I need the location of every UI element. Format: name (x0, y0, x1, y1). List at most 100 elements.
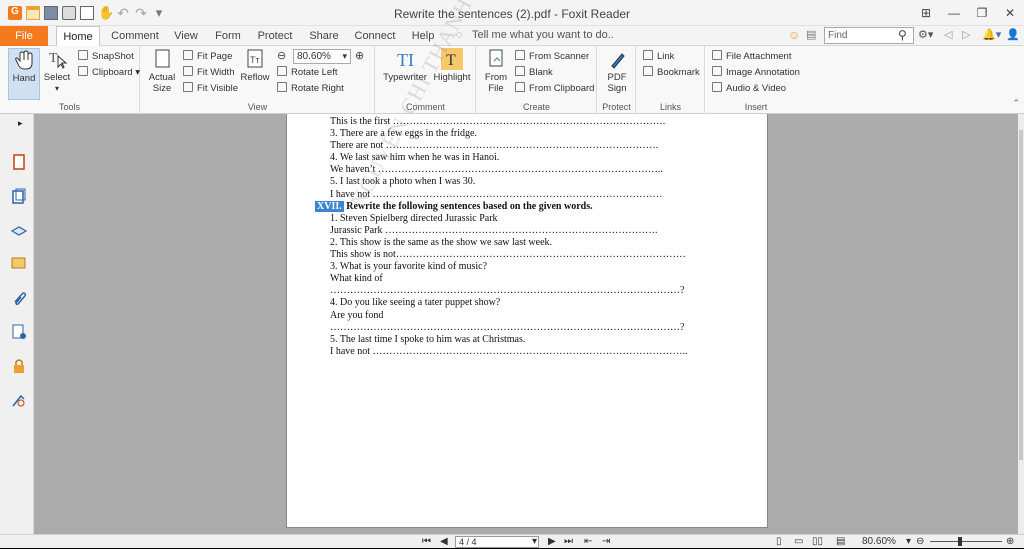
status-zoom-value[interactable]: 80.60% (862, 535, 896, 549)
prev-page-icon[interactable]: ◀ (440, 535, 448, 549)
continuous-facing-icon[interactable]: ▤ (836, 535, 845, 549)
select-cursor-icon: T (46, 48, 68, 70)
tab-share[interactable]: Share (306, 26, 342, 46)
reflow-icon: Tт (244, 48, 266, 70)
document-line: ……………………………………………………………………………………………? (330, 285, 685, 297)
bell-icon[interactable]: 🔔▾ (982, 28, 1001, 41)
attachments-icon[interactable] (11, 290, 27, 306)
nav-back-icon[interactable]: ◁ (944, 28, 952, 41)
security-lock-icon[interactable] (11, 358, 27, 374)
ribbon-display-button[interactable]: ⊞ (912, 0, 940, 26)
tab-protect[interactable]: Protect (254, 26, 296, 46)
rotate-left-button[interactable]: Rotate Left (277, 66, 337, 80)
hand-icon (13, 49, 35, 71)
document-line: There are not ……………………………………………………………………… (330, 140, 659, 152)
tab-comment[interactable]: Comment (110, 26, 160, 46)
close-button[interactable]: ✕ (996, 0, 1024, 26)
snapshot-button[interactable]: SnapShot (78, 50, 134, 64)
page-number-input[interactable]: 4 / 4 (455, 536, 539, 548)
find-options-icon[interactable]: ▤ (806, 28, 816, 41)
from-clipboard-button[interactable]: From Clipboard (515, 82, 594, 96)
tell-me-box[interactable]: Tell me what you want to do.. (472, 29, 614, 41)
camera-icon (78, 50, 88, 60)
blank-button[interactable]: Blank (515, 66, 553, 80)
collapse-ribbon-icon[interactable]: ⌃ (1012, 98, 1020, 109)
signature-panel-icon[interactable] (11, 324, 27, 340)
restore-button[interactable]: ❐ (968, 0, 996, 26)
fit-page-button[interactable]: Fit Page (183, 50, 232, 64)
tab-file[interactable]: File (0, 26, 48, 46)
fit-width-button[interactable]: Fit Width (183, 66, 234, 80)
zoom-slider[interactable] (930, 541, 1002, 542)
zoom-out-icon[interactable]: ⊖ (277, 49, 286, 62)
title-bar: ✋ ↶ ↷ ▾ Rewrite the sentences (2).pdf - … (0, 0, 1024, 26)
document-line: 2. This show is the same as the show we … (330, 236, 553, 248)
minimize-button[interactable]: — (940, 0, 968, 26)
zoom-in-icon[interactable]: ⊕ (355, 49, 364, 62)
link-button[interactable]: Link (643, 50, 674, 64)
scrollbar-thumb[interactable] (1019, 130, 1023, 460)
reflow-button[interactable]: Tт Reflow (239, 48, 271, 83)
account-icon[interactable]: 👤 (1006, 28, 1020, 41)
svg-text:TI: TI (397, 50, 414, 70)
attachment-icon (712, 50, 722, 60)
typewriter-icon: TI (394, 48, 416, 70)
clipboard-button[interactable]: Clipboard ▾ (78, 66, 140, 80)
tab-form[interactable]: Form (212, 26, 244, 46)
layers-pages-icon[interactable] (11, 188, 27, 204)
layers-icon[interactable] (11, 222, 27, 238)
bookmark-button[interactable]: Bookmark (643, 66, 700, 80)
tab-connect[interactable]: Connect (352, 26, 398, 46)
continuous-page-icon[interactable]: ▭ (794, 535, 803, 549)
page-dropdown-icon[interactable]: ▾ (532, 535, 537, 549)
last-page-icon[interactable]: ⏭ (564, 535, 573, 549)
hand-button[interactable]: Hand (8, 48, 40, 100)
fit-page-icon (183, 50, 193, 60)
section-number-highlight[interactable]: XVII. (315, 200, 344, 212)
settings-gear-icon[interactable]: ⚙▾ (918, 28, 933, 41)
link-icon (643, 50, 653, 60)
zoom-dropdown-icon[interactable]: ▾ (906, 535, 911, 549)
nav-forward-icon[interactable]: ▷ (962, 28, 970, 41)
single-page-icon[interactable]: ▯ (776, 535, 782, 549)
svg-text:Tт: Tт (250, 55, 260, 65)
comments-icon[interactable] (11, 256, 27, 272)
from-file-button[interactable]: From File (481, 48, 511, 94)
previous-view-icon[interactable]: ⇤ (584, 535, 592, 549)
next-view-icon[interactable]: ⇥ (602, 535, 610, 549)
audio-video-button[interactable]: Audio & Video (712, 82, 786, 96)
tab-view[interactable]: View (170, 26, 202, 46)
zoom-select[interactable]: 80.60% (293, 49, 351, 64)
status-zoom-out-icon[interactable]: ⊖ (916, 535, 924, 549)
group-links: Link Bookmark Links (637, 46, 705, 114)
from-scanner-button[interactable]: From Scanner (515, 50, 589, 64)
status-zoom-in-icon[interactable]: ⊕ (1006, 535, 1014, 549)
document-text: This is the first …………………………………………………………… (296, 116, 756, 358)
status-bar: ⏮ ◀ 4 / 4 ▾ ▶ ⏭ ⇤ ⇥ ▯ ▭ ▯▯ ▤ 80.60% ▾ ⊖ … (0, 534, 1024, 548)
tab-home[interactable]: Home (56, 26, 100, 47)
page-thumbnails-icon[interactable] (11, 154, 27, 170)
pdf-sign-button[interactable]: PDF Sign (602, 48, 632, 94)
pen-sign-icon (606, 48, 628, 70)
file-attachment-button[interactable]: File Attachment (712, 50, 791, 64)
actual-size-button[interactable]: Actual Size (147, 48, 177, 94)
document-line: This is the first …………………………………………………………… (330, 116, 666, 127)
document-line: 5. The last time I spoke to him was at C… (330, 333, 526, 345)
select-dropdown-icon[interactable]: ▾ (42, 83, 72, 94)
fit-visible-button[interactable]: Fit Visible (183, 82, 238, 96)
search-icon[interactable]: ⚲ (898, 28, 907, 42)
zoom-slider-handle[interactable] (958, 537, 962, 546)
content-icon[interactable] (11, 392, 27, 408)
first-page-icon[interactable]: ⏮ (422, 535, 431, 549)
group-insert: File Attachment Image Annotation Audio &… (706, 46, 806, 114)
facing-page-icon[interactable]: ▯▯ (812, 535, 823, 549)
window-controls: ⊞ — ❐ ✕ (912, 0, 1024, 26)
rotate-right-button[interactable]: Rotate Right (277, 82, 344, 96)
bookmark-icon (643, 66, 653, 76)
next-page-icon[interactable]: ▶ (548, 535, 556, 549)
smiley-icon[interactable]: ☺ (788, 28, 800, 42)
select-button[interactable]: T Select ▾ (42, 48, 72, 94)
group-protect: PDF Sign Protect (598, 46, 636, 114)
image-annotation-button[interactable]: Image Annotation (712, 66, 800, 80)
expand-panel-icon[interactable]: ▸ (18, 118, 23, 129)
